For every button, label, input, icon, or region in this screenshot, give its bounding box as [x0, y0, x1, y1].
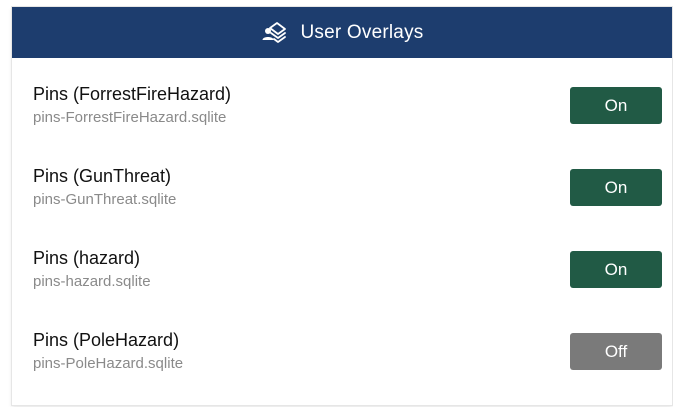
overlay-filename: pins-PoleHazard.sqlite: [33, 355, 184, 372]
overlay-toggle-polehazard[interactable]: Off: [570, 333, 662, 370]
overlay-filename: pins-GunThreat.sqlite: [33, 191, 177, 208]
panel-header: User Overlays: [12, 7, 672, 58]
overlay-title: Pins (hazard): [33, 248, 141, 268]
overlay-toggle-gunthreat[interactable]: On: [570, 169, 662, 206]
overlay-filename: pins-ForrestFireHazard.sqlite: [33, 109, 227, 126]
user-overlays-panel: User Overlays Pins (ForrestFireHazard) p…: [12, 7, 672, 405]
overlay-row-hazard: Pins (hazard) pins-hazard.sqlite On: [12, 222, 672, 304]
overlay-row-forrestfirehazard: Pins (ForrestFireHazard) pins-ForrestFir…: [12, 58, 672, 140]
overlay-toggle-hazard[interactable]: On: [570, 251, 662, 288]
overlay-row-gunthreat: Pins (GunThreat) pins-GunThreat.sqlite O…: [12, 140, 672, 222]
overlay-title: Pins (ForrestFireHazard): [33, 84, 232, 104]
overlay-filename: pins-hazard.sqlite: [33, 273, 151, 290]
user-overlays-icon: [261, 20, 287, 46]
overlay-row-polehazard: Pins (PoleHazard) pins-PoleHazard.sqlite…: [12, 304, 672, 386]
panel-title: User Overlays: [300, 21, 424, 43]
overlay-toggle-forrestfirehazard[interactable]: On: [570, 87, 662, 124]
overlay-title: Pins (GunThreat): [33, 166, 172, 186]
overlay-title: Pins (PoleHazard): [33, 330, 180, 350]
